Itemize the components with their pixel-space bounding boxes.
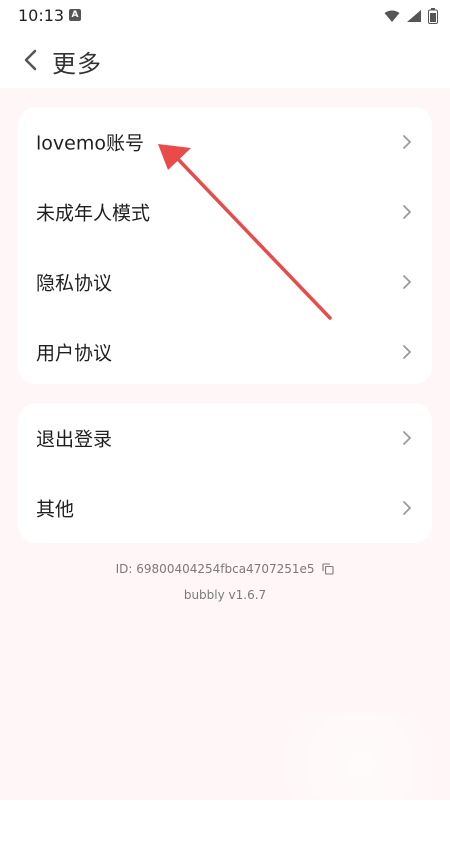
user-id-text: ID: 69800404254fbca4707251e5 — [115, 562, 315, 576]
signal-icon — [407, 10, 421, 22]
menu-item-label: lovemo账号 — [36, 132, 144, 155]
battery-icon — [428, 8, 438, 24]
menu-item-label: 其他 — [36, 498, 75, 521]
chevron-right-icon — [403, 205, 411, 219]
menu-item-privacy-policy[interactable]: 隐私协议 — [18, 247, 432, 317]
copy-icon[interactable] — [322, 563, 334, 575]
chevron-right-icon — [403, 431, 411, 445]
user-id-line: ID: 69800404254fbca4707251e5 — [0, 562, 450, 576]
decorative-glow — [265, 713, 425, 843]
chevron-right-icon — [403, 135, 411, 149]
status-icons — [384, 7, 438, 25]
menu-item-label: 退出登录 — [36, 428, 113, 451]
page-title: 更多 — [52, 50, 102, 78]
menu-item-label: 未成年人模式 — [36, 202, 151, 225]
menu-card-secondary: 退出登录 其他 — [18, 403, 432, 543]
menu-item-user-agreement[interactable]: 用户协议 — [18, 317, 432, 387]
header: 更多 — [0, 32, 450, 88]
menu-item-label: 用户协议 — [36, 342, 113, 365]
menu-card-primary: lovemo账号 未成年人模式 隐私协议 用户协议 — [18, 107, 432, 384]
chevron-right-icon — [403, 275, 411, 289]
a-icon: A — [69, 9, 81, 21]
wifi-icon — [384, 10, 400, 22]
chevron-right-icon — [403, 501, 411, 515]
settings-content: lovemo账号 未成年人模式 隐私协议 用户协议 退出登录 其他 ID: 69… — [0, 88, 450, 843]
menu-item-account[interactable]: lovemo账号 — [18, 107, 432, 177]
status-bar: 10:13 A — [0, 0, 450, 32]
chevron-right-icon — [403, 345, 411, 359]
chevron-left-icon[interactable] — [20, 47, 44, 73]
menu-item-logout[interactable]: 退出登录 — [18, 403, 432, 473]
app-version: bubbly v1.6.7 — [183, 588, 267, 602]
menu-item-label: 隐私协议 — [36, 272, 113, 295]
status-time: 10:13 — [18, 6, 65, 25]
menu-item-minor-mode[interactable]: 未成年人模式 — [18, 177, 432, 247]
menu-item-other[interactable]: 其他 — [18, 473, 432, 543]
